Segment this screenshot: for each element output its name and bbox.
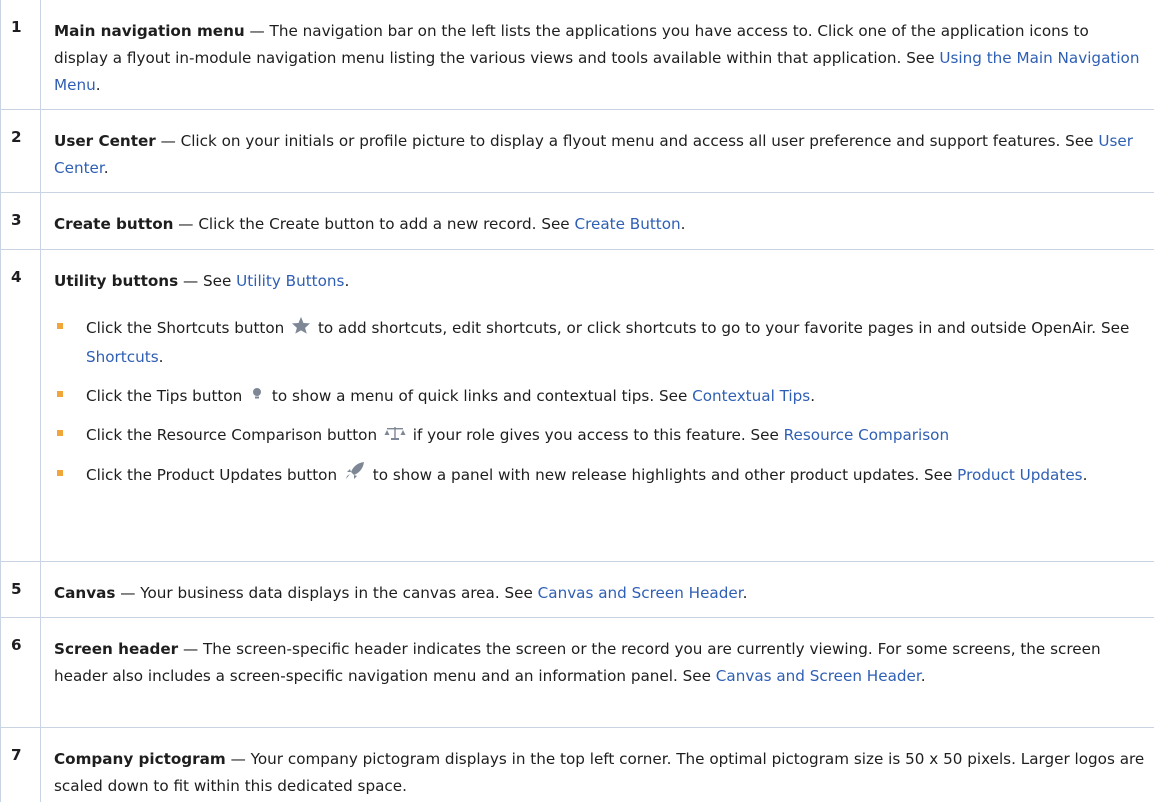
table-row: 6 Screen header — The screen-specific he… xyxy=(0,618,1154,728)
callout-table: 1 Main navigation menu — The navigation … xyxy=(0,0,1154,802)
rocket-icon xyxy=(344,461,366,490)
row-term: Utility buttons xyxy=(54,272,179,290)
row-term: Create button xyxy=(54,215,174,233)
link-shortcuts[interactable]: Shortcuts xyxy=(86,348,159,366)
list-item: Click the Tips button to show a menu of … xyxy=(54,382,1146,411)
table-row: 3 Create button — Click the Create butto… xyxy=(0,193,1154,250)
row-description: Utility buttons — See Utility Buttons. xyxy=(54,272,350,290)
row-description: Company pictogram — Your company pictogr… xyxy=(54,750,1145,795)
row-term: Screen header xyxy=(54,640,179,658)
list-item: Click the Product Updates button to show… xyxy=(54,461,1146,490)
link-canvas-and-screen-header[interactable]: Canvas and Screen Header xyxy=(716,667,921,685)
bullet-marker xyxy=(57,323,63,329)
link-contextual-tips[interactable]: Contextual Tips xyxy=(692,387,810,405)
link-canvas-and-screen-header[interactable]: Canvas and Screen Header xyxy=(538,584,743,602)
row-description: Canvas — Your business data displays in … xyxy=(54,584,748,602)
row-term: Main navigation menu xyxy=(54,22,245,40)
row-description: Create button — Click the Create button … xyxy=(54,215,686,233)
row-number: 5 xyxy=(11,580,22,598)
row-description: Screen header — The screen-specific head… xyxy=(54,640,1101,685)
list-item: Click the Shortcuts button to add shortc… xyxy=(54,314,1146,371)
link-utility-buttons[interactable]: Utility Buttons xyxy=(236,272,344,290)
row-term: Canvas xyxy=(54,584,116,602)
row-number: 4 xyxy=(11,268,22,286)
row-number: 2 xyxy=(11,128,22,146)
table-row: 2 User Center — Click on your initials o… xyxy=(0,110,1154,193)
bullet-marker xyxy=(57,430,63,436)
row-description: User Center — Click on your initials or … xyxy=(54,132,1133,177)
link-create-button[interactable]: Create Button xyxy=(574,215,680,233)
link-product-updates[interactable]: Product Updates xyxy=(957,466,1082,484)
bullet-marker xyxy=(57,390,63,397)
row-number: 6 xyxy=(11,636,22,654)
row-description: Main navigation menu — The navigation ba… xyxy=(54,22,1140,94)
row-number: 3 xyxy=(11,211,22,229)
table-row: 5 Canvas — Your business data displays i… xyxy=(0,562,1154,618)
star-icon xyxy=(291,315,311,343)
link-resource-comparison[interactable]: Resource Comparison xyxy=(784,426,949,444)
bullet-marker xyxy=(57,469,63,476)
list-item: Click the Resource Comparison button if … xyxy=(54,421,1146,450)
table-row: 1 Main navigation menu — The navigation … xyxy=(0,0,1154,110)
utility-bullet-list: Click the Shortcuts button to add shortc… xyxy=(54,314,1146,501)
row-term: Company pictogram xyxy=(54,750,226,768)
row-term: User Center xyxy=(54,132,156,150)
row-number: 7 xyxy=(11,746,22,764)
lightbulb-icon xyxy=(249,382,265,410)
table-row: 7 Company pictogram — Your company picto… xyxy=(0,728,1154,802)
scale-icon xyxy=(384,422,406,450)
row-number: 1 xyxy=(11,18,22,36)
table-row: 4 Utility buttons — See Utility Buttons.… xyxy=(0,250,1154,562)
